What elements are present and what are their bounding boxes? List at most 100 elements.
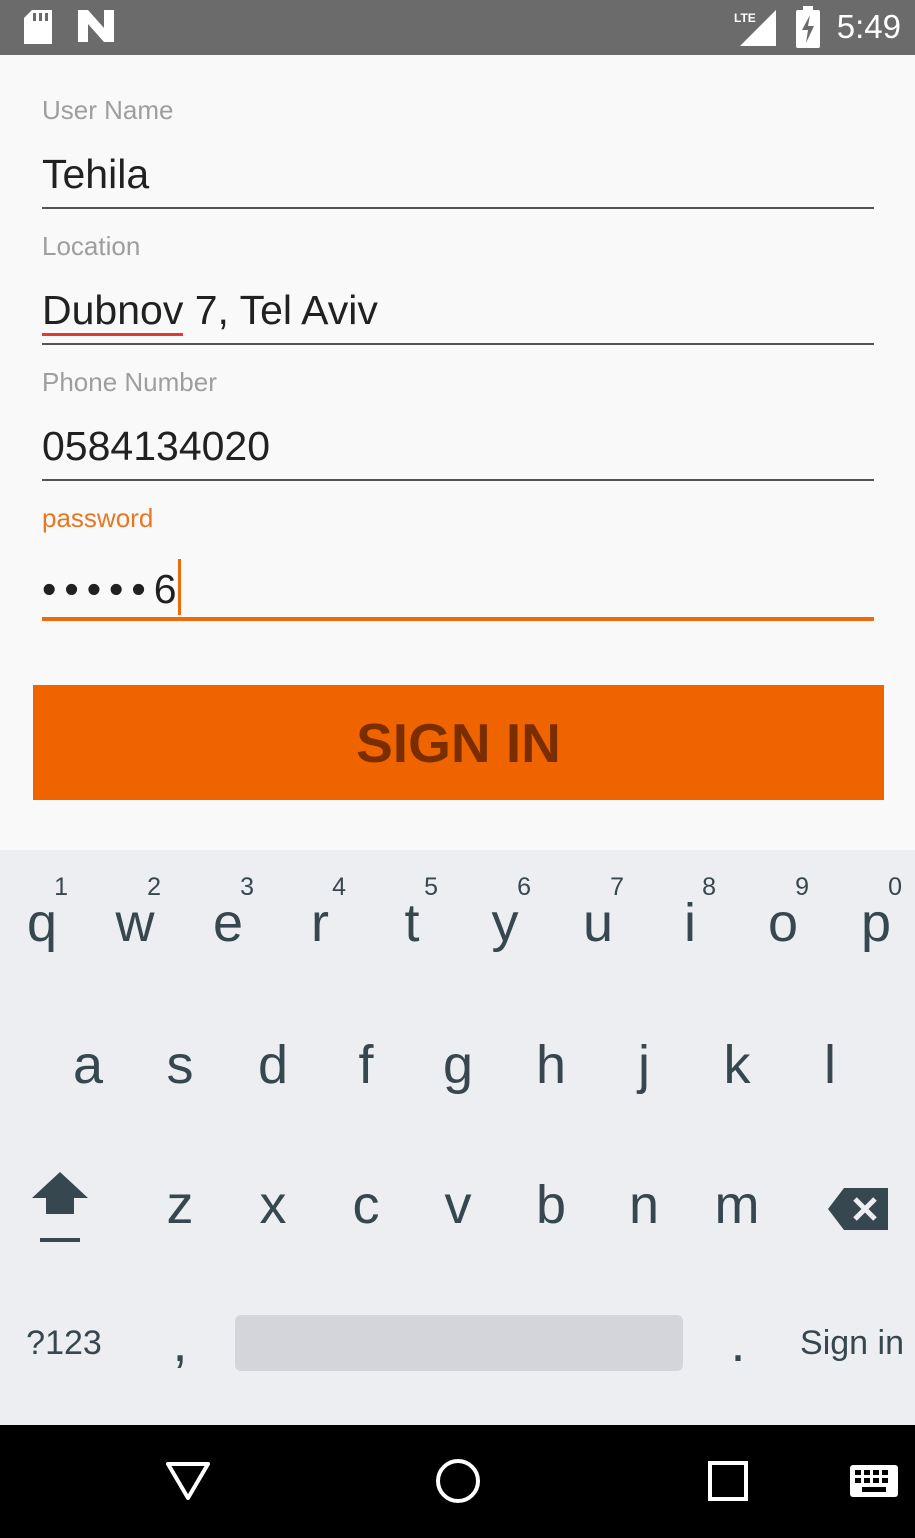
username-label: User Name [42,95,174,125]
key-letter: a [72,1035,104,1095]
username-field[interactable]: User Name Tehila [42,95,874,211]
svg-text:LTE: LTE [734,11,756,25]
key-letter: i [684,893,696,953]
recents-button[interactable] [700,1455,756,1511]
key-u[interactable]: u7 [558,873,638,966]
key-letter: d [257,1035,289,1095]
sd-card-icon [24,10,52,49]
key-letter: f [358,1035,374,1095]
key-o[interactable]: o9 [743,873,823,966]
key-a[interactable]: a [48,1022,128,1108]
key-k[interactable]: k [697,1022,777,1108]
back-button[interactable] [160,1455,216,1511]
key-letter: j [638,1035,650,1095]
username-input[interactable]: Tehila [42,151,149,198]
key-g[interactable]: g [418,1022,498,1108]
phone-field[interactable]: Phone Number 0584134020 [42,367,874,483]
sign-in-form: User Name Tehila Location Dubnov 7, Tel … [0,55,915,850]
key-letter: h [535,1035,567,1095]
period-key[interactable]: . [706,1305,770,1381]
key-letter: g [442,1035,474,1095]
password-input[interactable]: •••••6 [42,559,181,615]
key-letter: x [259,1175,287,1235]
key-h[interactable]: h [511,1022,591,1108]
n-notification-icon [78,10,114,47]
key-number-hint: 0 [888,873,902,901]
key-r[interactable]: r4 [280,873,360,966]
key-letter: t [404,893,420,953]
key-l[interactable]: l [790,1022,870,1108]
key-d[interactable]: d [233,1022,313,1108]
key-letter: n [628,1175,660,1235]
key-f[interactable]: f [326,1022,406,1108]
key-number-hint: 1 [54,873,68,901]
key-w[interactable]: w2 [95,873,175,966]
key-letter: m [714,1175,760,1235]
key-letter: l [824,1035,836,1095]
key-letter: b [535,1175,567,1235]
key-letter: p [860,893,892,953]
comma-key[interactable]: , [148,1305,212,1381]
key-letter: v [444,1175,472,1235]
key-z[interactable]: z [140,1162,220,1248]
backspace-icon [827,1181,888,1243]
keyboard-switch-button[interactable] [846,1455,902,1511]
text-cursor [177,559,181,615]
key-letter: z [166,1175,194,1235]
key-p[interactable]: p0 [836,873,915,966]
key-s[interactable]: s [140,1022,220,1108]
shift-key[interactable] [18,1171,102,1252]
key-letter: q [26,893,58,953]
status-bar: LTE 5:49 [0,0,915,55]
key-number-hint: 6 [517,873,531,901]
clock: 5:49 [836,8,901,45]
key-letter: r [311,893,329,953]
spellcheck-word[interactable]: Dubnov [42,287,184,336]
sign-in-button[interactable]: SIGN IN [33,685,884,800]
phone-input[interactable]: 0584134020 [42,423,270,470]
location-input[interactable]: Dubnov 7, Tel Aviv [42,287,378,336]
key-b[interactable]: b [511,1162,591,1248]
recents-icon [707,1460,749,1507]
location-value-rest: 7, Tel Aviv [183,287,378,333]
password-field[interactable]: password •••••6 [42,503,874,621]
key-c[interactable]: c [326,1162,406,1248]
location-underline [42,343,874,345]
location-field[interactable]: Location Dubnov 7, Tel Aviv [42,231,874,347]
key-number-hint: 8 [702,873,716,901]
keyboard-switch-icon [850,1464,898,1502]
key-number-hint: 4 [332,873,346,901]
key-letter: e [212,893,244,953]
key-number-hint: 2 [147,873,161,901]
key-letter: s [166,1035,194,1095]
key-letter: c [352,1175,380,1235]
key-n[interactable]: n [604,1162,684,1248]
key-letter: o [767,893,799,953]
key-i[interactable]: i8 [650,873,730,966]
soft-keyboard: q1w2e3r4t5y6u7i8o9p0 asdfghjkl zxcvbnm ?… [0,850,915,1425]
key-letter: y [491,893,519,953]
key-j[interactable]: j [604,1022,684,1108]
key-number-hint: 5 [424,873,438,901]
key-q[interactable]: q1 [2,873,82,966]
key-number-hint: 3 [240,873,254,901]
home-button[interactable] [430,1455,486,1511]
key-x[interactable]: x [233,1162,313,1248]
key-m[interactable]: m [697,1162,777,1248]
key-letter: u [582,893,614,953]
symbols-key[interactable]: ?123 [12,1310,116,1376]
navigation-bar [0,1425,915,1538]
backspace-key[interactable] [815,1172,900,1252]
phone-underline [42,479,874,481]
sign-in-action-key[interactable]: Sign in [792,1310,912,1376]
key-v[interactable]: v [418,1162,498,1248]
home-icon [434,1457,482,1510]
password-last-char: 6 [153,566,177,612]
key-number-hint: 9 [795,873,809,901]
key-e[interactable]: e3 [188,873,268,966]
key-y[interactable]: y6 [465,873,545,966]
space-bar[interactable] [235,1315,683,1371]
key-letter: k [723,1035,751,1095]
password-label: password [42,503,154,533]
key-t[interactable]: t5 [372,873,452,966]
